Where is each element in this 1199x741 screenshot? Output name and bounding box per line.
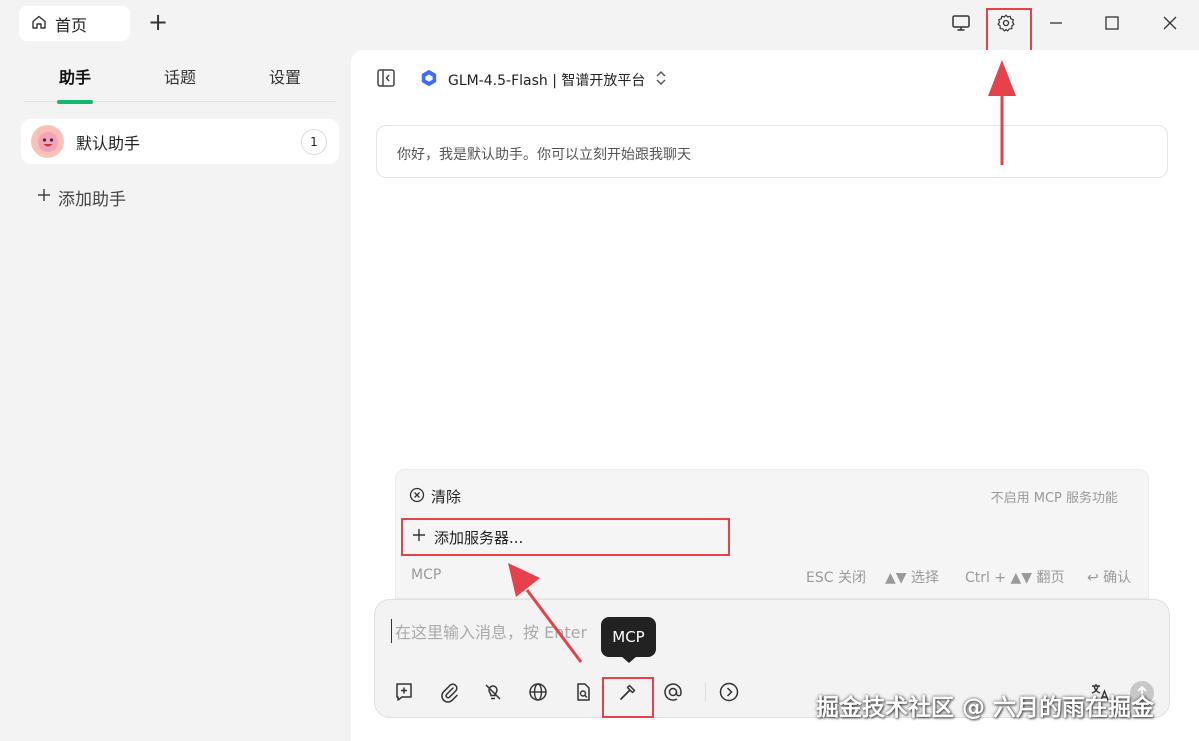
- annotation-arrows: [508, 60, 1016, 663]
- watermark-text: 掘金技术社区 @ 六月的雨在掘金: [816, 695, 1155, 721]
